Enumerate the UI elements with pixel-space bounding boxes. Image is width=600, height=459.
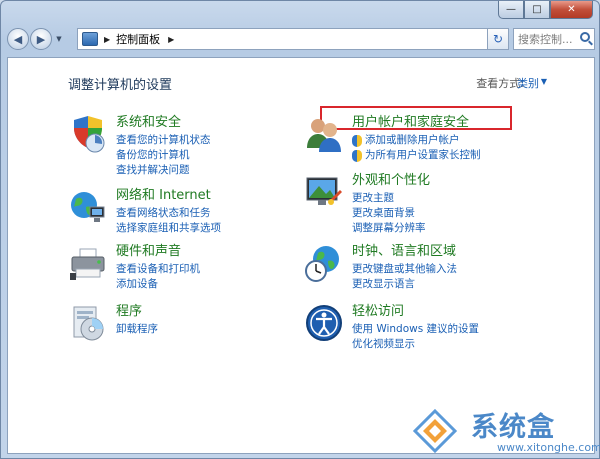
search-placeholder: 搜索控制...: [518, 33, 573, 46]
watermark-text: 系统盒: [471, 412, 555, 443]
category-ease-of-access: 轻松访问 使用 Windows 建议的设置 优化视频显示: [304, 303, 479, 352]
chevron-down-icon[interactable]: ▼: [541, 77, 547, 86]
category-heading[interactable]: 硬件和声音: [116, 243, 200, 261]
task-link[interactable]: 选择家庭组和共享选项: [116, 221, 221, 236]
page-title: 调整计算机的设置: [68, 78, 173, 93]
task-link[interactable]: 调整屏幕分辨率: [352, 221, 430, 236]
appearance-monitor-icon[interactable]: [304, 172, 344, 212]
close-button[interactable]: ✕: [550, 1, 593, 19]
navigation-bar: ◀ ▶ ▼ ▶ 控制面板 ▶ ▼ ↻ 搜索控制...: [7, 25, 595, 53]
task-link[interactable]: 添加或删除用户帐户: [352, 133, 481, 148]
category-user-accounts: 用户帐户和家庭安全 添加或删除用户帐户 为所有用户设置家长控制: [304, 114, 481, 163]
search-icon[interactable]: [580, 32, 590, 42]
minimize-button[interactable]: —: [498, 1, 524, 19]
category-heading[interactable]: 外观和个性化: [352, 172, 430, 190]
watermark-url: www.xitonghe.com: [497, 441, 600, 454]
category-appearance: 外观和个性化 更改主题 更改桌面背景 调整屏幕分辨率: [304, 172, 430, 236]
recent-pages-dropdown[interactable]: ▼: [53, 28, 65, 50]
task-link[interactable]: 为所有用户设置家长控制: [352, 148, 481, 163]
search-input[interactable]: 搜索控制...: [513, 28, 595, 50]
task-link[interactable]: 卸载程序: [116, 322, 158, 337]
users-icon[interactable]: [304, 114, 344, 154]
network-globe-icon[interactable]: [68, 187, 108, 227]
category-heading[interactable]: 用户帐户和家庭安全: [352, 114, 481, 132]
category-heading[interactable]: 网络和 Internet: [116, 187, 221, 205]
ease-of-access-icon[interactable]: [304, 303, 344, 343]
task-link[interactable]: 查看您的计算机状态: [116, 133, 211, 148]
task-link-label[interactable]: 为所有用户设置家长控制: [365, 148, 481, 163]
uac-shield-icon: [352, 134, 362, 147]
task-link[interactable]: 更改桌面背景: [352, 206, 430, 221]
clock-globe-icon[interactable]: [304, 243, 344, 283]
refresh-button[interactable]: ↻: [487, 28, 509, 50]
back-button[interactable]: ◀: [7, 28, 29, 50]
control-panel-window: — □ ✕ ◀ ▶ ▼ ▶ 控制面板 ▶ ▼ ↻ 搜索控制... 调整计算机的设…: [0, 0, 600, 459]
category-programs: 程序 卸载程序: [68, 303, 158, 343]
category-hardware-sound: 硬件和声音 查看设备和打印机 添加设备: [68, 243, 200, 292]
content-pane: 调整计算机的设置 查看方式: 类别 ▼ 系统和安全 查看您的计算机状态 备份您的…: [7, 57, 595, 454]
caption-buttons: — □ ✕: [498, 1, 593, 19]
breadcrumb-arrow-icon[interactable]: ▶: [168, 35, 174, 44]
category-heading[interactable]: 系统和安全: [116, 114, 211, 132]
task-link-label[interactable]: 添加或删除用户帐户: [365, 133, 460, 148]
task-link[interactable]: 更改显示语言: [352, 277, 457, 292]
control-panel-icon: [82, 32, 98, 46]
security-shield-icon[interactable]: [68, 114, 108, 154]
programs-disc-icon[interactable]: [68, 303, 108, 343]
category-system-security: 系统和安全 查看您的计算机状态 备份您的计算机 查找并解决问题: [68, 114, 211, 178]
category-network-internet: 网络和 Internet 查看网络状态和任务 选择家庭组和共享选项: [68, 187, 221, 236]
view-by-dropdown[interactable]: 类别: [517, 75, 539, 91]
watermark: 系统盒 www.xitonghe.com: [411, 405, 600, 457]
category-clock-language: 时钟、语言和区域 更改键盘或其他输入法 更改显示语言: [304, 243, 457, 292]
task-link[interactable]: 优化视频显示: [352, 337, 479, 352]
task-link[interactable]: 添加设备: [116, 277, 200, 292]
task-link[interactable]: 更改主题: [352, 191, 430, 206]
watermark-logo-icon: [413, 409, 457, 453]
printer-icon[interactable]: [68, 243, 108, 283]
category-heading[interactable]: 程序: [116, 303, 158, 321]
category-heading[interactable]: 轻松访问: [352, 303, 479, 321]
forward-button[interactable]: ▶: [30, 28, 52, 50]
breadcrumb-arrow-icon[interactable]: ▶: [104, 35, 110, 44]
maximize-button[interactable]: □: [524, 1, 550, 19]
task-link[interactable]: 备份您的计算机: [116, 148, 211, 163]
task-link[interactable]: 查看网络状态和任务: [116, 206, 221, 221]
task-link[interactable]: 使用 Windows 建议的设置: [352, 322, 479, 337]
task-link[interactable]: 查找并解决问题: [116, 163, 211, 178]
task-link[interactable]: 查看设备和打印机: [116, 262, 200, 277]
task-link[interactable]: 更改键盘或其他输入法: [352, 262, 457, 277]
breadcrumb-control-panel[interactable]: 控制面板: [116, 31, 160, 47]
uac-shield-icon: [352, 149, 362, 162]
category-heading[interactable]: 时钟、语言和区域: [352, 243, 457, 261]
address-bar[interactable]: ▶ 控制面板 ▶ ▼: [77, 28, 507, 50]
